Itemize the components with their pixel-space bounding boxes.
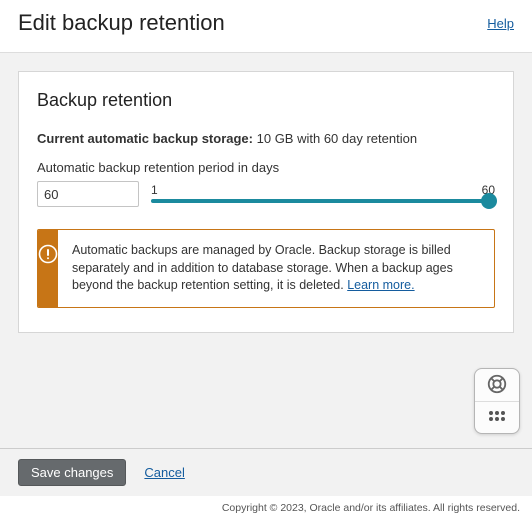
cancel-link[interactable]: Cancel xyxy=(144,465,184,480)
info-text: Automatic backups are managed by Oracle.… xyxy=(58,230,494,307)
learn-more-link[interactable]: Learn more. xyxy=(347,278,414,292)
retention-slider[interactable]: 1 60 xyxy=(151,185,495,203)
support-help-button[interactable] xyxy=(475,369,519,401)
info-icon-column xyxy=(38,230,58,307)
retention-field-label: Automatic backup retention period in day… xyxy=(37,160,495,175)
retention-control-row: 1 60 xyxy=(37,181,495,207)
retention-days-input[interactable] xyxy=(37,181,139,207)
grid-icon xyxy=(488,410,506,425)
dialog-header: Edit backup retention Help xyxy=(0,0,532,53)
warning-icon xyxy=(38,244,58,264)
copyright-text: Copyright © 2023, Oracle and/or its affi… xyxy=(0,496,532,514)
current-storage-text: Current automatic backup storage: 10 GB … xyxy=(37,131,495,146)
info-callout: Automatic backups are managed by Oracle.… xyxy=(37,229,495,308)
current-storage-label: Current automatic backup storage: xyxy=(37,131,253,146)
support-apps-button[interactable] xyxy=(475,401,519,433)
current-storage-value: 10 GB with 60 day retention xyxy=(257,131,417,146)
slider-min-label: 1 xyxy=(151,183,158,197)
backup-retention-panel: Backup retention Current automatic backu… xyxy=(18,71,514,333)
dialog-footer: Save changes Cancel xyxy=(0,448,532,496)
help-link[interactable]: Help xyxy=(487,16,514,31)
page-title: Edit backup retention xyxy=(18,10,225,36)
content-area: Backup retention Current automatic backu… xyxy=(0,53,532,448)
lifebuoy-icon xyxy=(486,373,508,398)
slider-track[interactable] xyxy=(151,199,495,203)
support-widget xyxy=(474,368,520,434)
save-button[interactable]: Save changes xyxy=(18,459,126,486)
slider-thumb[interactable] xyxy=(481,193,497,209)
panel-heading: Backup retention xyxy=(37,90,495,111)
